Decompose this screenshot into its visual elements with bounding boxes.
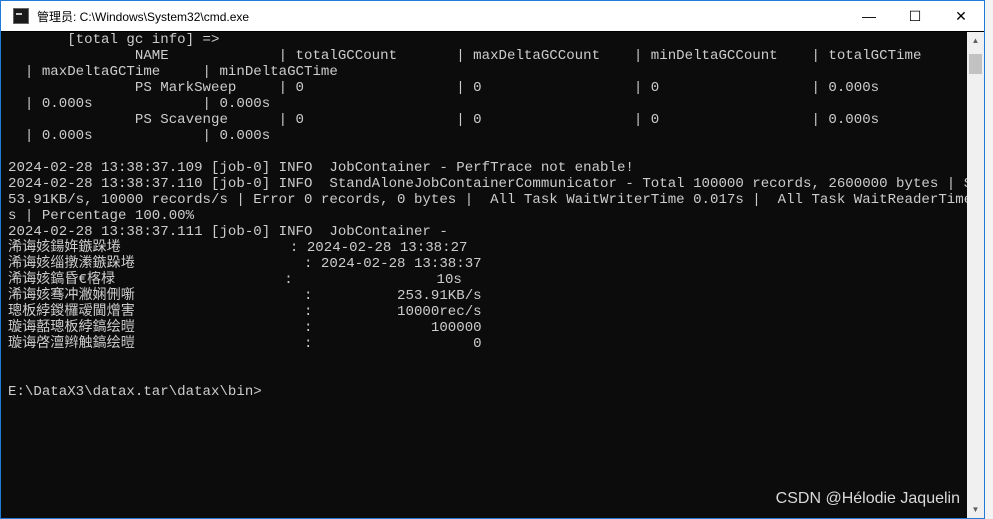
console-line: PS MarkSweep | 0 | 0 | 0 | 0.000s bbox=[8, 80, 880, 96]
console-line: 璁板綍鍐欏叆閫熷害 : 10000rec/s bbox=[8, 304, 482, 320]
console-line: 2024-02-28 13:38:37.110 [job-0] INFO Sta… bbox=[8, 176, 967, 192]
console-line: | 0.000s | 0.000s bbox=[8, 128, 271, 144]
maximize-button[interactable]: ☐ bbox=[892, 1, 938, 31]
title-bar[interactable]: 管理员: C:\Windows\System32\cmd.exe — ☐ ✕ bbox=[1, 1, 984, 31]
console-output[interactable]: [total gc info] => NAME | totalGCCount |… bbox=[1, 32, 967, 518]
console-line: 浠诲姟缁撴潫鏃跺埢 : 2024-02-28 13:38:37 bbox=[8, 256, 482, 272]
scroll-thumb[interactable] bbox=[969, 54, 982, 74]
minimize-button[interactable]: — bbox=[846, 1, 892, 31]
watermark: CSDN @Hélodie Jaquelin bbox=[775, 490, 960, 507]
console-line: 璇诲啓澶辫触鎬绘暟 : 0 bbox=[8, 336, 482, 352]
console-line: | maxDeltaGCTime | minDeltaGCTime bbox=[8, 64, 338, 80]
console-line: 浠诲姟鍚姩鏃跺埢 : 2024-02-28 13:38:27 bbox=[8, 240, 468, 256]
console-text: [total gc info] => NAME | totalGCCount |… bbox=[1, 32, 967, 400]
console-line: E:\DataX3\datax.tar\datax\bin> bbox=[8, 384, 262, 400]
console-line: s | Percentage 100.00% bbox=[8, 208, 195, 224]
vertical-scrollbar[interactable]: ▲ ▼ bbox=[967, 32, 984, 518]
scroll-up-arrow-icon[interactable]: ▲ bbox=[967, 32, 984, 49]
console-line: [total gc info] => bbox=[8, 32, 220, 48]
scroll-down-arrow-icon[interactable]: ▼ bbox=[967, 501, 984, 518]
close-button[interactable]: ✕ bbox=[938, 1, 984, 31]
console-line: 浠诲姟骞冲潎娴侀噺 : 253.91KB/s bbox=[8, 288, 482, 304]
console-line: 璇诲嚭璁板綍鎬绘暟 : 100000 bbox=[8, 320, 482, 336]
console-line: NAME | totalGCCount | maxDeltaGCCount | … bbox=[8, 48, 922, 64]
background-edge bbox=[985, 0, 993, 519]
window-title: 管理员: C:\Windows\System32\cmd.exe bbox=[37, 9, 250, 24]
console-line: 53.91KB/s, 10000 records/s | Error 0 rec… bbox=[8, 192, 967, 208]
console-line: 2024-02-28 13:38:37.109 [job-0] INFO Job… bbox=[8, 160, 634, 176]
console-line: PS Scavenge | 0 | 0 | 0 | 0.000s bbox=[8, 112, 880, 128]
console-line: 浠诲姟鎬昏€楁椂 : 10s bbox=[8, 272, 462, 288]
cmd-app-icon[interactable] bbox=[13, 8, 29, 24]
console-line: 2024-02-28 13:38:37.111 [job-0] INFO Job… bbox=[8, 224, 448, 240]
console-line: | 0.000s | 0.000s bbox=[8, 96, 271, 112]
cmd-window: 管理员: C:\Windows\System32\cmd.exe — ☐ ✕ [… bbox=[0, 0, 985, 519]
